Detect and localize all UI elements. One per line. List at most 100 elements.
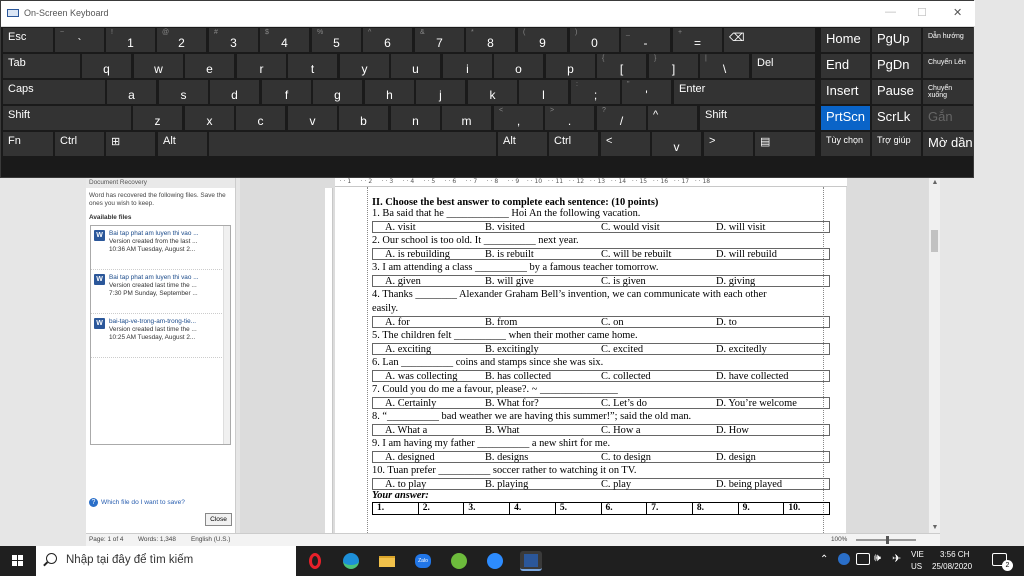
answer-option[interactable]: C. on [601,317,624,328]
start-button[interactable] [0,546,36,576]
nav-key-trợ-giúp[interactable]: Trợ giúp [872,132,921,156]
battery-icon[interactable] [856,553,870,565]
scrollbar-thumb[interactable] [931,230,938,252]
nav-key-dẫn-hướng[interactable]: Dẫn hướng [923,28,973,52]
answer-option[interactable]: C. excited [601,344,643,355]
key-0-10[interactable]: (9 [518,28,567,52]
answer-cell[interactable]: 4. [510,503,556,514]
key-1-14[interactable]: Del [752,54,815,78]
key-4-4[interactable] [209,132,496,156]
answer-option[interactable]: C. will be rebuilt [601,249,671,260]
taskbar-search[interactable]: Nhập tại đây để tìm kiếm [36,546,296,576]
answer-option[interactable]: D. excitedly [716,344,767,355]
key-4-0[interactable]: Fn [3,132,53,156]
nav-key-scrlk[interactable]: ScrLk [872,106,921,130]
answer-cell[interactable]: 2. [419,503,465,514]
volume-icon[interactable]: 🕪 [874,552,881,565]
key-3-2[interactable]: x [185,106,234,130]
file-explorer-icon[interactable] [376,551,398,571]
key-3-5[interactable]: b [339,106,388,130]
key-4-1[interactable]: Ctrl [55,132,104,156]
answer-option[interactable]: C. collected [601,371,651,382]
key-0-8[interactable]: & 7 [415,28,464,52]
key-3-7[interactable]: m [442,106,491,130]
answer-option[interactable]: A. designed [385,452,435,463]
key-3-0[interactable]: Shift [3,106,131,130]
answer-option[interactable]: B. designs [485,452,528,463]
zalo-icon[interactable]: Zalo [412,551,434,571]
answer-option[interactable]: A. for [385,317,410,328]
key-4-8[interactable]: v [652,132,701,156]
zoom-app-icon[interactable] [484,551,506,571]
key-1-12[interactable]: }] [649,54,698,78]
clock-time[interactable]: 3:56 CH [940,550,969,559]
nav-key-mờ-dần[interactable]: Mờ dần [923,132,973,156]
key-1-0[interactable]: Tab [3,54,80,78]
key-0-1[interactable]: ~ ` [55,28,104,52]
answer-option[interactable]: C. would visit [601,222,660,233]
answer-option[interactable]: D. will visit [716,222,765,233]
key-0-11[interactable]: ) 0 [570,28,619,52]
key-2-5[interactable]: g [313,80,362,104]
nav-key-pause[interactable]: Pause [872,80,921,104]
key-2-2[interactable]: s [159,80,208,104]
answer-option[interactable]: C. play [601,479,631,490]
key-0-12[interactable]: _ - [621,28,670,52]
key-4-7[interactable]: < [601,132,650,156]
key-3-4[interactable]: v [288,106,337,130]
key-1-9[interactable]: o [494,54,543,78]
key-0-5[interactable]: $4 [260,28,309,52]
key-4-10[interactable]: ▤ [755,132,815,156]
nav-key-prtscn[interactable]: PrtScn [821,106,870,130]
key-2-8[interactable]: k [468,80,517,104]
tray-chevron-icon[interactable]: ⌃ [820,554,828,565]
answer-option[interactable]: C. is given [601,276,646,287]
key-3-1[interactable]: z [133,106,182,130]
answer-cell[interactable]: 3. [464,503,511,514]
input-language[interactable]: VIE [911,550,924,559]
answer-option[interactable]: B. has collected [485,371,551,382]
vertical-scrollbar[interactable]: ▲ ▼ [928,178,940,533]
key-2-7[interactable]: j [416,80,465,104]
key-1-7[interactable]: u [391,54,440,78]
key-3-11[interactable]: ^ [648,106,697,130]
answer-option[interactable]: B. is rebuilt [485,249,534,260]
nav-key-pgup[interactable]: PgUp [872,28,921,52]
minimize-icon[interactable]: — [885,6,896,18]
key-0-3[interactable]: @2 [157,28,206,52]
key-2-3[interactable]: d [210,80,259,104]
key-2-10[interactable]: :; [571,80,620,104]
answer-option[interactable]: A. was collecting [385,371,457,382]
answer-cell[interactable]: 8. [693,503,739,514]
key-1-2[interactable]: w [134,54,183,78]
answer-option[interactable]: D. will rebuild [716,249,777,260]
key-3-12[interactable]: Shift [700,106,815,130]
answer-option[interactable]: C. How a [601,425,641,436]
nav-key-pgdn[interactable]: PgDn [872,54,921,78]
key-4-3[interactable]: Alt [158,132,207,156]
document-page[interactable]: II. Choose the best answer to complete e… [335,187,846,533]
input-region[interactable]: US [911,562,922,571]
key-4-2[interactable]: ⊞ [106,132,155,156]
key-0-9[interactable]: * 8 [466,28,515,52]
answer-option[interactable]: A. visit [385,222,416,233]
answer-option[interactable]: C. to design [601,452,651,463]
answer-option[interactable]: D. You’re welcome [716,398,797,409]
answer-option[interactable]: D. How [716,425,749,436]
answer-option[interactable]: A. Certainly [385,398,436,409]
answer-option[interactable]: B. playing [485,479,528,490]
answer-option[interactable]: B. from [485,317,517,328]
answer-option[interactable]: D. giving [716,276,755,287]
answer-option[interactable]: D. to [716,317,737,328]
answer-option[interactable]: B. excitingly [485,344,539,355]
list-scrollbar[interactable] [223,226,230,444]
key-0-0[interactable]: Esc [3,28,53,52]
recovered-file-item[interactable]: W bai-tap-ve-trong-am-trong-tie... Versi… [91,314,230,358]
key-1-6[interactable]: y [340,54,389,78]
answer-option[interactable]: B. What [485,425,519,436]
answer-option[interactable]: D. being played [716,479,782,490]
key-2-6[interactable]: h [365,80,414,104]
key-3-10[interactable]: ? / [597,106,646,130]
key-3-8[interactable]: <, [494,106,543,130]
answer-option[interactable]: A. given [385,276,421,287]
